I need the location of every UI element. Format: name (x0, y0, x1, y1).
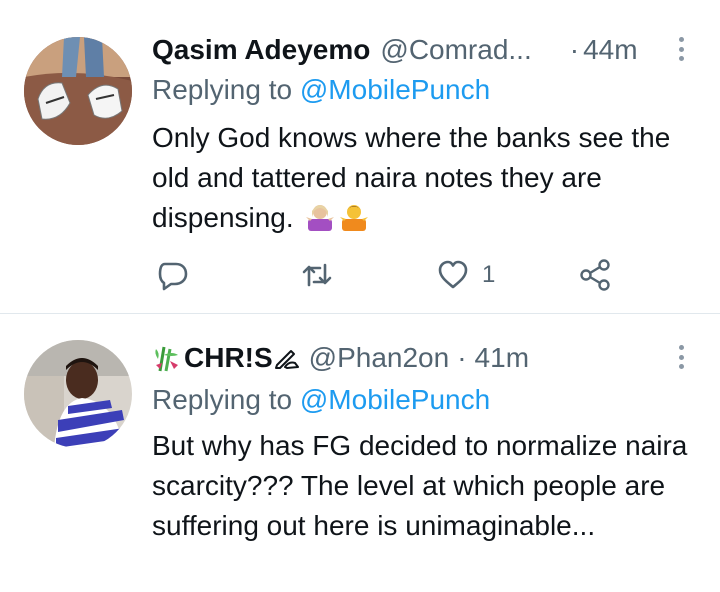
reply-button[interactable] (156, 255, 190, 295)
avatar[interactable] (24, 340, 132, 448)
avatar-image (24, 37, 132, 145)
display-name[interactable]: Qasim Adeyemo (152, 34, 370, 66)
share-button[interactable] (578, 255, 612, 295)
replying-to: Replying to @MobilePunch (152, 74, 490, 106)
avatar[interactable] (24, 37, 132, 145)
tweet-text-content: Only God knows where the banks see the o… (152, 122, 671, 233)
user-handle[interactable]: @Comrad... (380, 34, 531, 66)
person-shrugging-icon (340, 205, 369, 231)
replying-to: Replying to @MobilePunch (152, 384, 490, 416)
timestamp[interactable]: 44m (583, 34, 637, 66)
more-options-icon[interactable] (672, 34, 690, 64)
mention-link[interactable]: @MobilePunch (300, 74, 490, 105)
tweet-text: Only God knows where the banks see the o… (152, 118, 712, 238)
like-button[interactable]: 1 (436, 255, 495, 295)
bamboo-icon (155, 346, 178, 372)
user-handle[interactable]: @Phan2on (309, 342, 450, 374)
separator-dot: · (457, 342, 467, 373)
woman-shrugging-icon (306, 205, 335, 231)
like-icon (438, 260, 468, 289)
tweet-qasim[interactable]: Qasim Adeyemo @Comrad... · 44m Replying … (0, 0, 720, 313)
tweet-text: But why has FG decided to normalize nair… (152, 426, 712, 546)
timestamp[interactable]: 41m (475, 342, 529, 374)
tweet-header: CHR!S @Phan2on · 41m (152, 340, 529, 376)
share-icon (580, 259, 610, 291)
separator-dot: · (569, 34, 580, 65)
tweet-actions: 1 (0, 255, 720, 295)
mention-link[interactable]: @MobilePunch (300, 384, 490, 415)
tweet-chris[interactable]: CHR!S @Phan2on · 41m Replying to @Mobile… (0, 314, 720, 592)
tweet-header: Qasim Adeyemo @Comrad... · 44m (152, 32, 638, 68)
retweet-icon (302, 263, 332, 287)
reply-icon (158, 262, 188, 291)
more-options-icon[interactable] (672, 342, 690, 372)
display-name[interactable]: CHR!S (184, 342, 273, 374)
replying-prefix: Replying to (152, 384, 300, 415)
retweet-button[interactable] (300, 255, 334, 295)
replying-prefix: Replying to (152, 74, 300, 105)
writing-hand-icon (274, 350, 299, 369)
like-count: 1 (482, 261, 496, 288)
tweet-text-content: But why has FG decided to normalize nair… (152, 430, 688, 541)
avatar-image (24, 340, 132, 448)
